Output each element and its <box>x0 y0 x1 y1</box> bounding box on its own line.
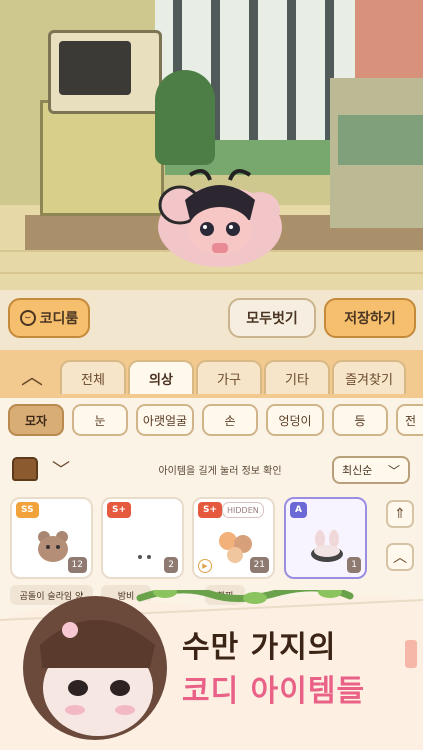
rank-badge: A <box>290 502 307 518</box>
tab-furniture[interactable]: 가구 <box>196 360 262 394</box>
bunny-hat-icon <box>311 530 343 562</box>
chip-label: 전 <box>404 413 417 428</box>
item-count: 1 <box>347 557 361 573</box>
chip-label: 아랫얼굴 <box>142 413 188 428</box>
chip-label: 엉덩이 <box>278 413 312 428</box>
brick-wall <box>355 0 423 78</box>
codiroom-label: 코디룸 <box>39 311 79 327</box>
undress-all-button[interactable]: 모두벗기 <box>228 298 316 338</box>
treasure-chest-icon[interactable] <box>12 457 38 481</box>
subcategory-partial[interactable]: 전 <box>396 404 423 436</box>
item-card-selected[interactable]: A 1 <box>284 497 367 579</box>
chevron-down-icon[interactable]: ﹀ <box>48 456 74 482</box>
chip-label: 손 <box>224 413 236 428</box>
collapse-chevron-up-icon[interactable]: ︿ <box>14 360 50 390</box>
rank-badge: S+ <box>198 502 223 518</box>
chevron-down-icon: ﹀ <box>387 463 400 478</box>
promo-line-1: 수만 가지의 <box>182 630 337 665</box>
item-count: 21 <box>249 557 269 573</box>
tab-all[interactable]: 전체 <box>60 360 126 394</box>
undress-label: 모두벗기 <box>246 311 298 327</box>
tab-label: 의상 <box>149 372 173 388</box>
chip-label: 눈 <box>94 413 106 428</box>
tab-label: 즐겨찾기 <box>345 372 393 388</box>
item-count: 2 <box>164 557 178 573</box>
subcategory-hat[interactable]: 모자 <box>8 404 64 436</box>
cabinet <box>40 100 164 216</box>
potted-plant <box>155 70 215 165</box>
hidden-badge: HIDDEN <box>222 502 264 518</box>
tab-etc[interactable]: 기타 <box>264 360 330 394</box>
rank-badge: S+ <box>107 502 132 518</box>
hint-text: 아이템을 길게 눌러 정보 확인 <box>158 466 282 477</box>
scroll-top-icon[interactable]: ⇑ <box>386 500 414 528</box>
bambi-icon <box>138 555 151 559</box>
save-button[interactable]: 저장하기 <box>324 298 416 338</box>
chip-label: 등 <box>354 413 366 428</box>
tab-label: 전체 <box>81 372 105 388</box>
tab-favorites[interactable]: 즐겨찾기 <box>332 360 406 394</box>
chip-label: 모자 <box>24 413 48 428</box>
tab-label: 기타 <box>285 372 309 388</box>
subcategory-back[interactable]: 등 <box>332 404 388 436</box>
bed-blanket <box>338 115 423 165</box>
rank-badge: SS <box>16 502 39 518</box>
play-icon: ▶ <box>198 559 212 573</box>
player-character[interactable] <box>150 165 290 275</box>
scroll-up-icon[interactable]: ︿ <box>386 543 414 571</box>
hamster-icon <box>219 532 252 563</box>
tab-label: 가구 <box>217 372 241 388</box>
codiroom-button[interactable]: ⌣ 코디룸 <box>8 298 90 338</box>
smile-icon: ⌣ <box>19 310 36 326</box>
game-room-scene <box>0 0 423 290</box>
subcategory-lower-face[interactable]: 아랫얼굴 <box>136 404 194 436</box>
save-label: 저장하기 <box>344 311 396 327</box>
sort-value: 최신순 <box>342 464 373 477</box>
tv <box>48 30 162 114</box>
item-card[interactable]: S+ HIDDEN ▶ 21 <box>192 497 275 579</box>
item-card[interactable]: S+ 2 <box>101 497 184 579</box>
sort-select[interactable]: 최신순 ﹀ <box>332 456 410 484</box>
subcategory-eyes[interactable]: 눈 <box>72 404 128 436</box>
item-count: 12 <box>67 557 87 573</box>
tab-clothing[interactable]: 의상 <box>128 360 194 394</box>
promo-line-2: 코디 아이템들 <box>182 674 366 709</box>
subcategory-hip[interactable]: 엉덩이 <box>266 404 324 436</box>
subcategory-hand[interactable]: 손 <box>202 404 258 436</box>
item-card[interactable]: SS 12 <box>10 497 93 579</box>
bear-slime-icon <box>38 531 68 562</box>
